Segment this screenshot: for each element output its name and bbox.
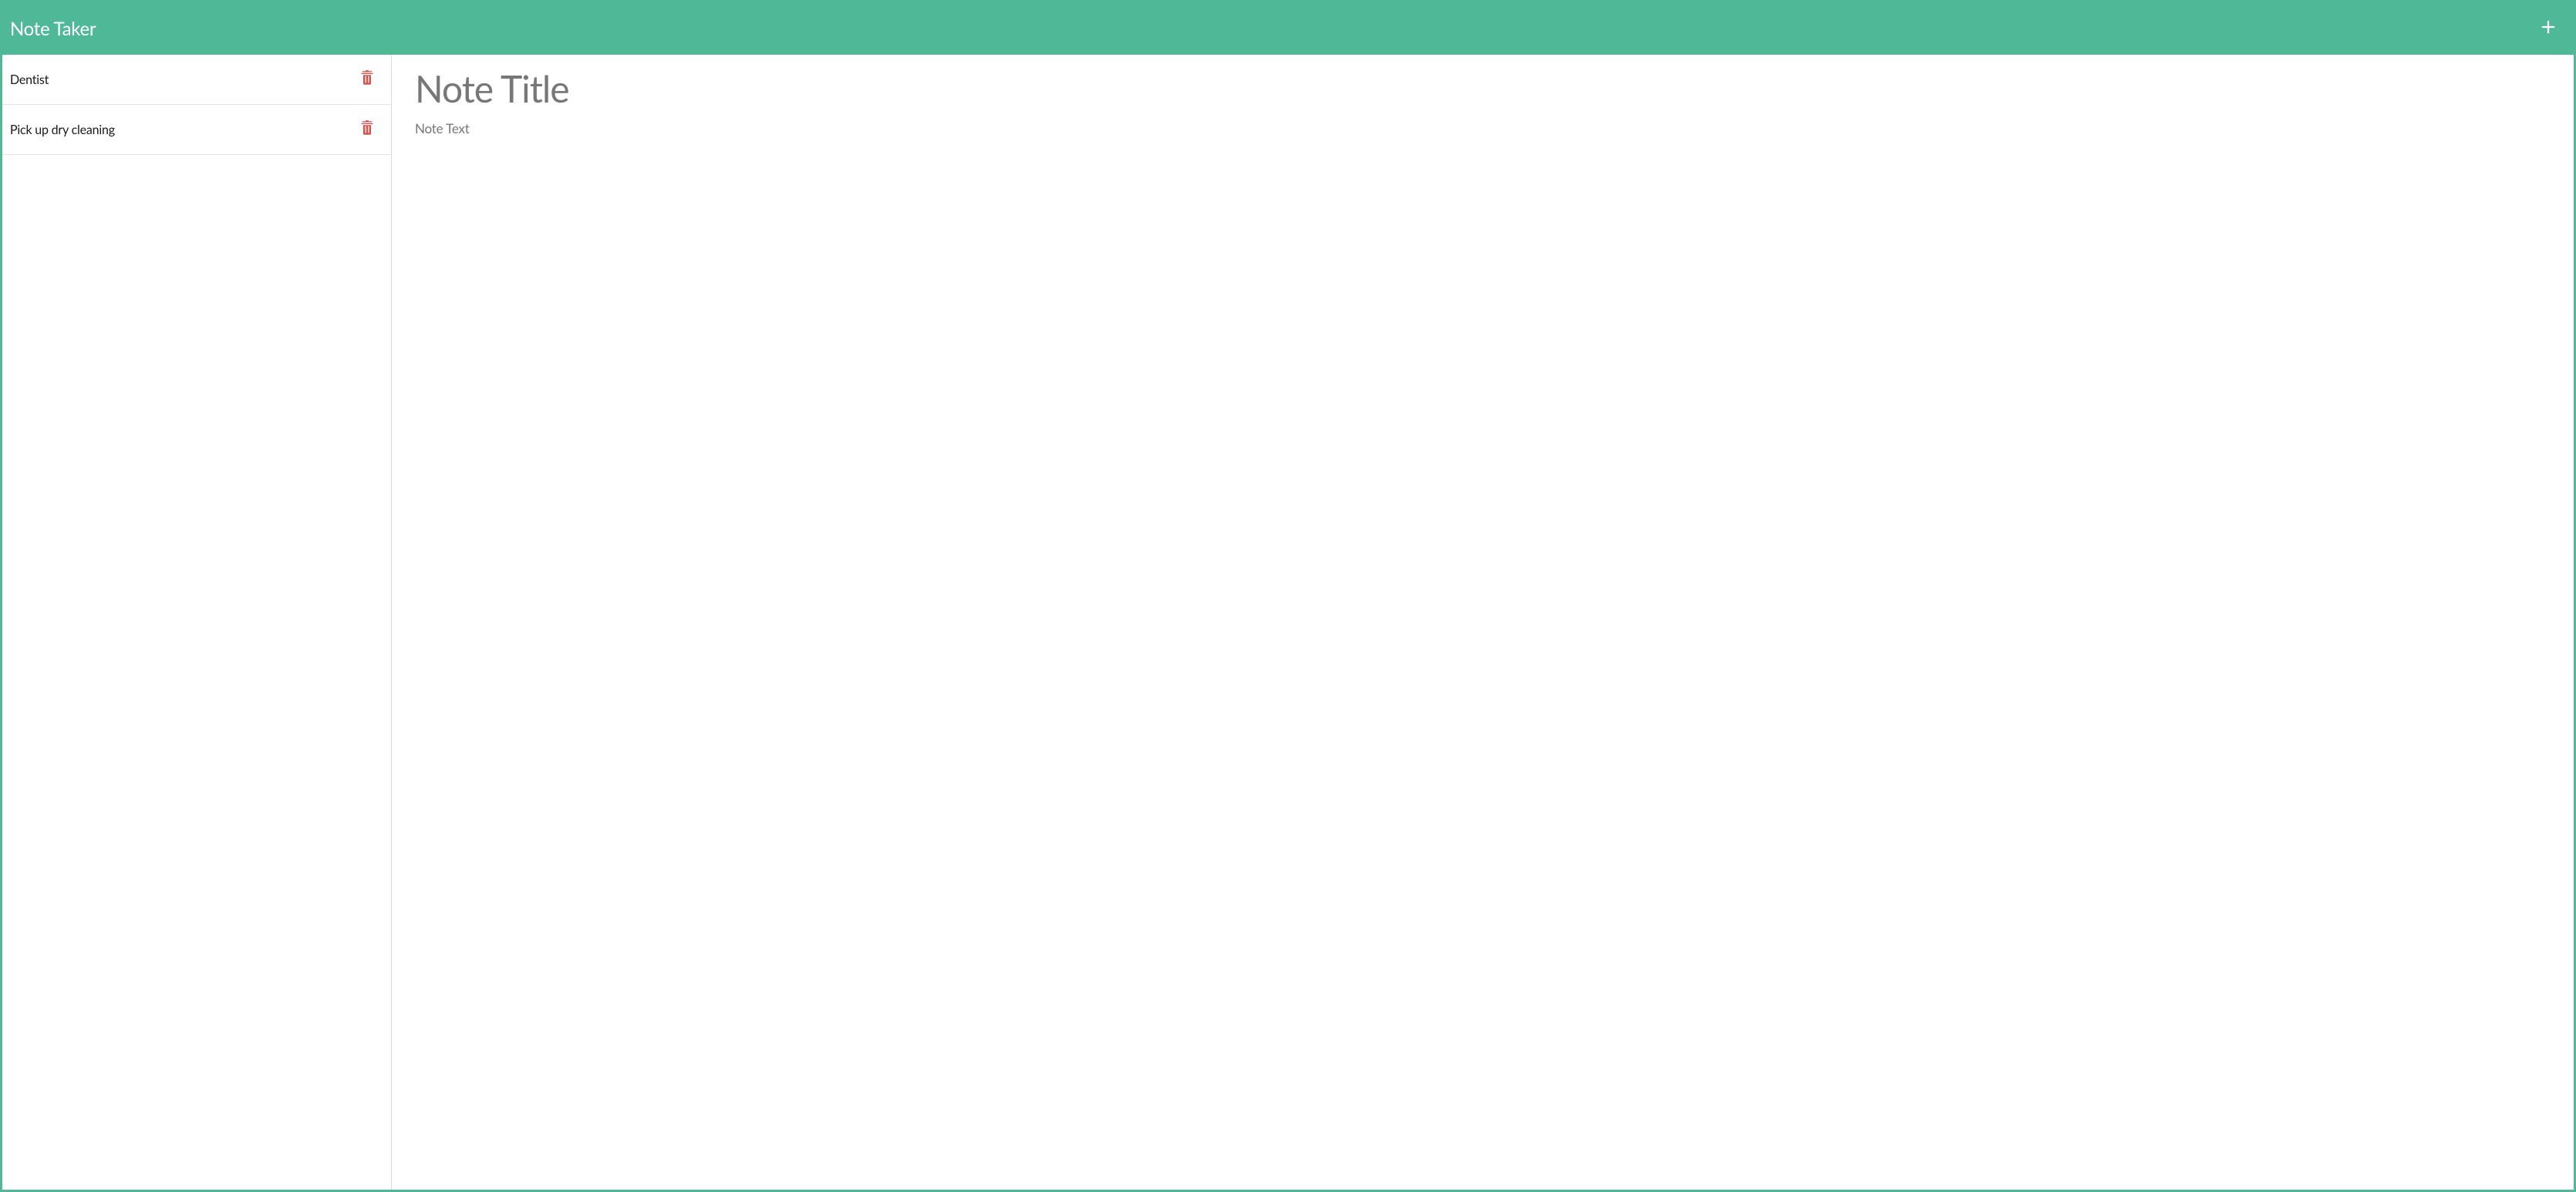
add-note-button[interactable] <box>2534 13 2562 44</box>
notes-sidebar: Dentist Pick up dry cleaning <box>2 55 392 1190</box>
trash-icon <box>360 70 374 89</box>
delete-note-button[interactable] <box>359 119 376 140</box>
app-container: Note Taker Dentist Pick up dry cleaning <box>0 0 2576 1192</box>
note-title-input[interactable] <box>415 64 2551 114</box>
app-title: Note Taker <box>10 18 96 40</box>
note-item-title: Dentist <box>10 72 49 87</box>
content: Dentist Pick up dry cleaning <box>2 55 2574 1190</box>
plus-icon <box>2537 16 2559 41</box>
note-body-input[interactable] <box>415 120 2551 506</box>
delete-note-button[interactable] <box>359 69 376 90</box>
note-item-title: Pick up dry cleaning <box>10 123 115 137</box>
trash-icon <box>360 120 374 139</box>
note-list-item[interactable]: Dentist <box>2 55 391 105</box>
note-editor <box>392 55 2574 1190</box>
note-list-item[interactable]: Pick up dry cleaning <box>2 105 391 155</box>
header: Note Taker <box>2 2 2574 55</box>
